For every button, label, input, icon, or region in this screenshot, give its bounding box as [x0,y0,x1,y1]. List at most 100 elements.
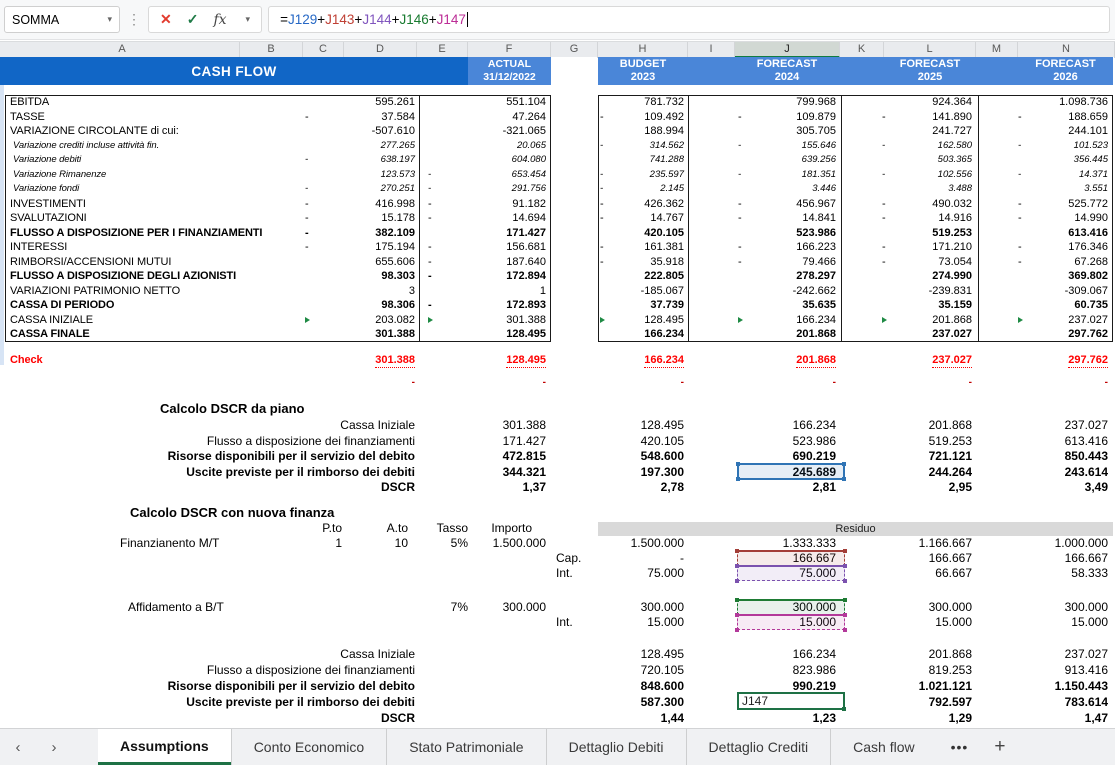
sheet-tab[interactable]: Dettaglio Debiti [546,729,686,765]
cell-forecast-2026[interactable]: 243.614 [1018,465,1108,481]
cell-budget-2023[interactable]: 548.600 [600,449,684,465]
cell-budget-2023[interactable]: 781.732 [600,95,684,110]
cancel-icon[interactable]: ✕ [160,11,172,28]
column-header-e[interactable]: E [417,42,468,58]
tasso-value[interactable]: 7% [412,600,468,615]
cell-forecast-2024[interactable]: 278.297 [738,269,836,284]
cell-budget-2023[interactable]: -35.918 [600,255,684,270]
cell-forecast-2024[interactable]: 523.986 [738,226,836,241]
cell-actual-f[interactable]: 604.080 [428,153,546,168]
row-label-cell[interactable]: Int. [556,615,573,630]
column-header-h[interactable]: H [598,42,688,58]
cell-forecast-2024[interactable]: 639.256 [738,153,836,168]
cell-budget-2023[interactable]: 128.495 [600,418,684,434]
row-label-cell[interactable]: Variazione fondi [13,182,305,197]
chevron-down-icon[interactable]: ▾ [107,14,112,25]
header-ato[interactable]: A.to [352,521,408,536]
cell-budget-2023[interactable]: -161.381 [600,240,684,255]
cell-budget-2023[interactable]: 848.600 [600,678,684,694]
cell-budget-2023[interactable]: 720.105 [600,662,684,678]
cell-budget-2023[interactable]: 166.234 [600,327,684,342]
cell-forecast-2026[interactable]: 297.762 [1018,327,1108,342]
header-importo[interactable]: Importo [462,521,546,536]
cell-actual-d[interactable]: -638.197 [305,153,415,168]
row-label-cell[interactable]: Finanzianento M/T [120,536,219,551]
cell-forecast-2025[interactable]: -14.916 [882,211,972,226]
cell-forecast-2025[interactable]: 3.488 [882,182,972,197]
cell-budget-2023[interactable]: 37.739 [600,298,684,313]
next-sheet-icon[interactable]: › [36,729,72,765]
cell-forecast-2026[interactable]: 237.027 [1018,313,1108,328]
cell-budget-2023[interactable]: - [600,551,684,566]
row-label-cell[interactable]: Cassa Iniziale [0,418,415,434]
cell-actual-f[interactable]: -14.694 [428,211,546,226]
row-label-cell[interactable]: VARIAZIONI PATRIMONIO NETTO [10,284,302,299]
cell-forecast-2025[interactable]: 721.121 [882,449,972,465]
cell-forecast-2024[interactable]: -155.646 [738,139,836,154]
cell-budget-2023[interactable]: 587.300 [600,694,684,710]
cell-budget-2023[interactable]: 300.000 [600,600,684,615]
cell-actual-d[interactable]: 123.573 [305,168,415,183]
cell-forecast-2026[interactable]: 913.416 [1018,662,1108,678]
cell-forecast-2025[interactable]: 819.253 [882,662,972,678]
cell-actual-f[interactable]: 1,37 [428,480,546,496]
cell-forecast-2026[interactable]: 369.802 [1018,269,1108,284]
cell-actual-f[interactable]: -172.894 [428,269,546,284]
cell-forecast-2026[interactable]: 613.416 [1018,226,1108,241]
cell-forecast-2024[interactable]: -456.967 [738,197,836,212]
row-label-cell[interactable]: Flusso a disposizione dei finanziamenti [0,662,415,678]
cell-forecast-2025[interactable]: 924.364 [882,95,972,110]
cell-forecast-2024[interactable]: -242.662 [738,284,836,299]
row-label-cell[interactable]: Cassa Iniziale [0,646,415,662]
column-header-g[interactable]: G [551,42,598,58]
cell-forecast-2025[interactable]: 201.868 [882,646,972,662]
cell-actual-f[interactable]: 171.427 [428,226,546,241]
row-label-cell[interactable]: Int. [556,566,573,581]
more-sheets-icon[interactable]: ••• [937,729,983,765]
cell-forecast-2025[interactable]: -239.831 [882,284,972,299]
cell-budget-2023[interactable]: 420.105 [600,434,684,450]
cell-forecast-2026[interactable]: 237.027 [1018,418,1108,434]
cell-actual-f[interactable]: -291.756 [428,182,546,197]
cell-budget-2023[interactable]: -426.362 [600,197,684,212]
row-label-cell[interactable]: SVALUTAZIONI [10,211,302,226]
cell-forecast-2026[interactable]: 1.000.000 [1018,536,1108,551]
column-header-n[interactable]: N [1018,42,1115,58]
sheet-tab[interactable]: Conto Economico [231,729,387,765]
cell-forecast-2024[interactable]: 166.667 [738,551,836,566]
cell-actual-d[interactable]: 3 [305,284,415,299]
cell-forecast-2024[interactable]: 300.000 [738,600,836,615]
cell-budget-2023[interactable]: 1.500.000 [600,536,684,551]
cell-actual-d[interactable]: 98.306 [305,298,415,313]
cell-forecast-2025[interactable]: 241.727 [882,124,972,139]
cell-forecast-2025[interactable]: 66.667 [882,566,972,581]
cell-actual-f[interactable]: 128.495 [428,327,546,342]
cell-forecast-2024[interactable]: -109.879 [738,110,836,125]
cell-actual-f[interactable]: -187.640 [428,255,546,270]
cell-actual-f[interactable]: -172.893 [428,298,546,313]
cell-forecast-2024[interactable]: 15.000 [738,615,836,630]
cell-forecast-2025[interactable]: 274.990 [882,269,972,284]
cell-actual-d[interactable]: 277.265 [305,139,415,154]
check-cell[interactable]: 297.762 [1018,354,1108,368]
section-title[interactable]: Calcolo DSCR da piano [0,399,1115,418]
check-label[interactable]: Check [10,354,302,367]
zero-cell[interactable]: - [738,376,836,388]
cell-forecast-2026[interactable]: -67.268 [1018,255,1108,270]
row-label-cell[interactable]: CASSA INIZIALE [10,313,302,328]
cell-actual-f[interactable]: 344.321 [428,465,546,481]
cell-budget-2023[interactable]: 15.000 [600,615,684,630]
zero-cell[interactable]: - [428,376,546,388]
cell-forecast-2026[interactable]: -14.371 [1018,168,1108,183]
name-box[interactable]: SOMMA ▾ [4,6,120,33]
cell-actual-d[interactable]: 595.261 [305,95,415,110]
cell-forecast-2026[interactable]: 613.416 [1018,434,1108,450]
cell-forecast-2025[interactable]: -490.032 [882,197,972,212]
cell-forecast-2025[interactable]: 519.253 [882,226,972,241]
cell-forecast-2026[interactable]: 58.333 [1018,566,1108,581]
cell-actual-d[interactable]: 203.082 [305,313,415,328]
row-label-cell[interactable]: CASSA FINALE [10,327,302,342]
cell-actual-d[interactable]: 301.388 [305,327,415,342]
cell-forecast-2024[interactable]: 823.986 [738,662,836,678]
cell-forecast-2024[interactable]: 3.446 [738,182,836,197]
